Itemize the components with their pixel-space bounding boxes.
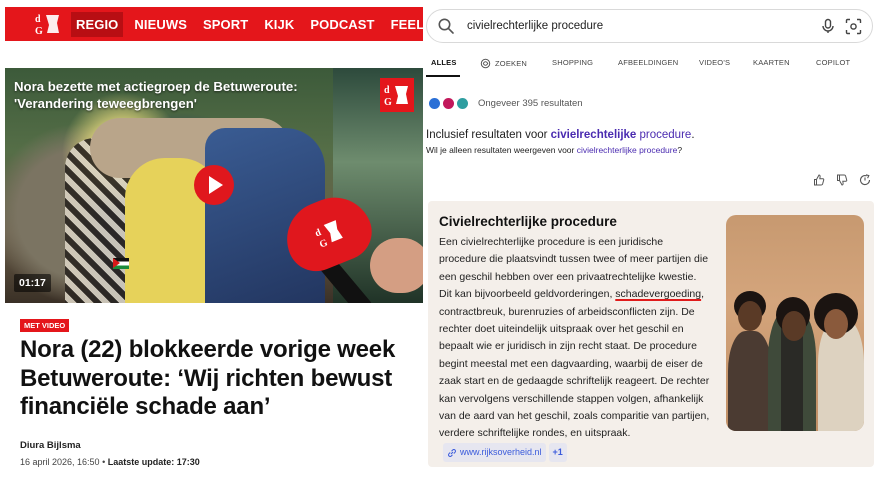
- tab-copilot[interactable]: COPILOT: [816, 58, 850, 67]
- including-results-notice: Inclusief resultaten voor civielrechteli…: [426, 129, 695, 141]
- video-channel-logo: d G: [380, 78, 414, 112]
- nav-item-nieuws[interactable]: NIEUWS: [129, 12, 192, 37]
- search-icon: [438, 18, 454, 34]
- search-input[interactable]: [467, 20, 787, 32]
- tab-zoeken[interactable]: ZOEKEN: [480, 58, 527, 69]
- article-headline: Nora (22) blokkeerde vorige week Betuwer…: [20, 336, 396, 420]
- tab-alles[interactable]: ALLES: [431, 58, 457, 67]
- source-favicon-3: [457, 97, 468, 109]
- publish-date: 16 april 2026, 16:50: [20, 457, 100, 467]
- svg-text:G: G: [384, 97, 392, 108]
- play-button[interactable]: [194, 165, 234, 205]
- nav-item-podcast[interactable]: PODCAST: [305, 12, 379, 37]
- answer-text: Een civielrechterlijke procedure is een …: [439, 234, 711, 463]
- svg-text:d: d: [384, 85, 390, 96]
- nav-item-kijk[interactable]: KIJK: [259, 12, 299, 37]
- search-tabs: ALLES ZOEKEN SHOPPING AFBEELDINGEN VIDEO…: [423, 50, 881, 78]
- answer-card: Civielrechterlijke procedure Een civielr…: [428, 201, 874, 467]
- video-duration: 01:17: [14, 274, 51, 292]
- svg-text:G: G: [35, 26, 43, 37]
- results-count: Ongeveer 395 resultaten: [478, 97, 583, 109]
- video-title: Nora bezette met actiegroep de Betuwerou…: [14, 79, 298, 111]
- tab-afbeeldingen[interactable]: AFBEELDINGEN: [618, 58, 678, 67]
- more-sources-chip[interactable]: +1: [548, 442, 567, 463]
- update-label: Laatste update:: [107, 457, 175, 467]
- svg-text:d: d: [35, 14, 41, 25]
- tab-shopping[interactable]: SHOPPING: [552, 58, 593, 67]
- visual-search-icon[interactable]: [845, 18, 862, 35]
- results-meta: Ongeveer 395 resultaten: [429, 96, 583, 110]
- share-icon[interactable]: [859, 174, 871, 186]
- site-logo[interactable]: d G: [35, 11, 61, 37]
- answer-title: Civielrechterlijke procedure: [439, 214, 617, 229]
- nav-item-sport[interactable]: SPORT: [198, 12, 253, 37]
- search-bar[interactable]: [426, 9, 873, 43]
- microphone-icon[interactable]: [820, 18, 836, 34]
- search-results-pane: ALLES ZOEKEN SHOPPING AFBEELDINGEN VIDEO…: [423, 0, 881, 478]
- source-link-chip[interactable]: www.rijksoverheid.nl: [443, 442, 546, 463]
- corrected-query-link[interactable]: civielrechtelijke procedure: [551, 129, 692, 141]
- source-favicon-2: [443, 97, 454, 109]
- original-query-link[interactable]: civielrechterlijke procedure: [577, 145, 678, 155]
- link-icon: [448, 448, 456, 457]
- thumbs-down-icon[interactable]: [836, 174, 848, 186]
- answer-image[interactable]: [726, 215, 864, 431]
- underlined-term: schadevergoeding: [615, 288, 702, 301]
- nav-item-regio[interactable]: REGIO: [71, 11, 124, 37]
- article-date: 16 april 2026, 16:50 • Laatste update: 1…: [20, 457, 200, 467]
- video-badge: MET VIDEO: [20, 319, 70, 332]
- tab-videos[interactable]: VIDEO'S: [699, 58, 730, 67]
- thumbs-up-icon[interactable]: [813, 174, 825, 186]
- original-query-notice: Wil je alleen resultaten weergeven voor …: [426, 145, 683, 155]
- update-time: 17:30: [176, 457, 200, 467]
- svg-text:G: G: [318, 237, 330, 250]
- news-article-pane: d G REGIO NIEUWS SPORT KIJK PODCAST FEEL…: [0, 0, 423, 478]
- copilot-search-icon: [480, 58, 491, 69]
- source-favicon-1: [429, 97, 440, 109]
- nav-item-feelgood[interactable]: FEELGOOD: [386, 12, 423, 37]
- tab-kaarten[interactable]: KAARTEN: [753, 58, 790, 67]
- video-player[interactable]: d G Nora bezette met actiegroep de Betuw…: [5, 68, 423, 303]
- active-tab-indicator: [426, 75, 460, 77]
- feedback-controls: [813, 174, 871, 186]
- article-author[interactable]: Diura Bijlsma: [20, 440, 81, 451]
- flag-pin: [113, 258, 129, 269]
- site-nav-bar: d G REGIO NIEUWS SPORT KIJK PODCAST FEEL…: [5, 7, 423, 41]
